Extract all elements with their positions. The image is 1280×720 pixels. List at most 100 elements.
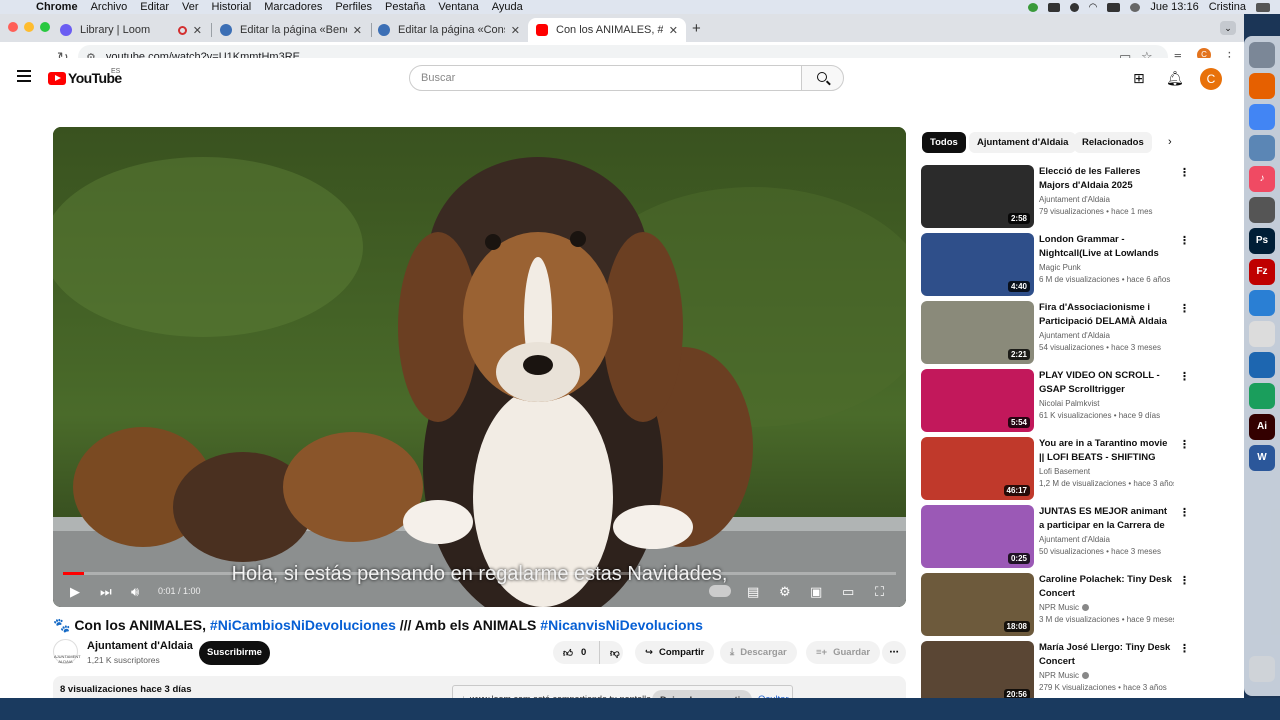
dock-app-icon[interactable]: ♪ bbox=[1249, 166, 1275, 192]
tab-search-icon[interactable]: ⌄ bbox=[1220, 21, 1236, 35]
share-button[interactable]: ↪ Compartir bbox=[635, 641, 715, 664]
menu-pestana[interactable]: Pestaña bbox=[385, 1, 425, 13]
chip-ajuntament[interactable]: Ajuntament d'Aldaia bbox=[969, 132, 1077, 153]
close-tab-icon[interactable]: ✕ bbox=[193, 24, 202, 37]
keyboard-icon[interactable] bbox=[1047, 2, 1060, 12]
clock[interactable]: Jue 13:16 bbox=[1150, 1, 1198, 13]
like-button[interactable]: 👍︎ 0 bbox=[553, 641, 599, 664]
new-tab-icon[interactable]: + bbox=[692, 20, 701, 37]
related-video-item[interactable]: 5:54 PLAY VIDEO ON SCROLL - GSAP Scrolltr… bbox=[921, 369, 1191, 433]
video-thumbnail[interactable]: 4:40 bbox=[921, 233, 1034, 296]
dock-app-icon[interactable] bbox=[1249, 104, 1275, 130]
dock-app-icon[interactable] bbox=[1249, 321, 1275, 347]
cloud-icon[interactable] bbox=[1027, 2, 1038, 12]
related-video-title[interactable]: JUNTAS ES MEJOR animant a participar en … bbox=[1039, 505, 1172, 532]
related-video-item[interactable]: 4:40 London Grammar - Nightcall(Live at L… bbox=[921, 233, 1191, 297]
video-thumbnail[interactable]: 2:21 bbox=[921, 301, 1034, 364]
more-vertical-icon[interactable]: ⋮ bbox=[1179, 574, 1190, 587]
close-tab-icon[interactable]: ✕ bbox=[511, 24, 520, 37]
more-vertical-icon[interactable]: ⋮ bbox=[1179, 438, 1190, 451]
close-window-icon[interactable] bbox=[8, 22, 18, 32]
related-video-title[interactable]: London Grammar - Nightcall(Live at Lowla… bbox=[1039, 233, 1172, 260]
volume-icon[interactable]: 🔊︎ bbox=[131, 584, 139, 600]
related-video-channel[interactable]: Magic Punk bbox=[1039, 263, 1081, 272]
related-video-title[interactable]: Fira d'Associacionisme i Participació DE… bbox=[1039, 301, 1172, 328]
related-video-channel[interactable]: Nicolai Palmkvist bbox=[1039, 399, 1099, 408]
fullscreen-icon[interactable]: ⛶ bbox=[875, 584, 884, 600]
control-center-icon[interactable] bbox=[1107, 2, 1121, 12]
menu-ayuda[interactable]: Ayuda bbox=[492, 1, 523, 13]
more-vertical-icon[interactable]: ⋮ bbox=[1179, 642, 1190, 655]
related-video-channel[interactable]: NPR Music bbox=[1039, 603, 1090, 612]
more-vertical-icon[interactable]: ⋮ bbox=[1179, 234, 1190, 247]
more-vertical-icon[interactable]: ⋮ bbox=[1179, 302, 1190, 315]
minimize-window-icon[interactable] bbox=[24, 22, 34, 32]
theater-mode-icon[interactable]: ▭ bbox=[842, 584, 854, 600]
hashtag-link[interactable]: #NicanvisNiDevolucions bbox=[540, 617, 703, 633]
related-video-channel[interactable]: Ajuntament d'Aldaia bbox=[1039, 331, 1110, 340]
download-button[interactable]: ⤓ Descargar bbox=[720, 641, 797, 664]
dock-app-icon[interactable] bbox=[1249, 42, 1275, 68]
tab-editar-consejos[interactable]: Editar la página «Consejos de... ✕ bbox=[370, 18, 528, 42]
account-avatar[interactable]: C bbox=[1200, 68, 1222, 90]
video-thumbnail[interactable]: 20:56 bbox=[921, 641, 1034, 704]
hamburger-menu-icon[interactable] bbox=[17, 70, 31, 82]
video-thumbnail[interactable]: 2:58 bbox=[921, 165, 1034, 228]
related-video-item[interactable]: 20:56 María José Llergo: Tiny Desk Concer… bbox=[921, 641, 1191, 705]
menu-editar[interactable]: Editar bbox=[140, 1, 169, 13]
related-video-item[interactable]: 0:25 JUNTAS ES MEJOR animant a participar… bbox=[921, 505, 1191, 569]
close-tab-icon[interactable]: ✕ bbox=[669, 24, 678, 37]
progress-bar[interactable] bbox=[63, 572, 896, 575]
user-name[interactable]: Cristina bbox=[1209, 1, 1246, 13]
more-vertical-icon[interactable]: ⋮ bbox=[1179, 370, 1190, 383]
related-video-title[interactable]: Elecció de les Falleres Majors d'Aldaia … bbox=[1039, 165, 1172, 192]
dock-app-icon[interactable]: Ai bbox=[1249, 414, 1275, 440]
notifications-bell-icon[interactable]: 🔔︎ bbox=[1166, 70, 1184, 87]
more-vertical-icon[interactable]: ⋮ bbox=[1179, 166, 1190, 179]
tab-loom[interactable]: Library | Loom ✕ bbox=[52, 18, 210, 42]
menu-ventana[interactable]: Ventana bbox=[438, 1, 478, 13]
video-thumbnail[interactable]: 0:25 bbox=[921, 505, 1034, 568]
search-button[interactable] bbox=[801, 65, 844, 91]
menu-ver[interactable]: Ver bbox=[182, 1, 199, 13]
dock-app-icon[interactable]: Ps bbox=[1249, 228, 1275, 254]
related-video-item[interactable]: 46:17 You are in a Tarantino movie || LOF… bbox=[921, 437, 1191, 501]
notification-icon[interactable] bbox=[1256, 2, 1270, 12]
menu-historial[interactable]: Historial bbox=[212, 1, 252, 13]
menu-perfiles[interactable]: Perfiles bbox=[335, 1, 372, 13]
close-tab-icon[interactable]: ✕ bbox=[353, 24, 362, 37]
more-vertical-icon[interactable]: ⋮ bbox=[1179, 506, 1190, 519]
subscribe-button[interactable]: Suscribirme bbox=[199, 641, 270, 665]
hashtag-link[interactable]: #NiCambiosNiDevoluciones bbox=[210, 617, 396, 633]
related-video-channel[interactable]: Ajuntament d'Aldaia bbox=[1039, 535, 1110, 544]
related-video-channel[interactable]: Lofi Basement bbox=[1039, 467, 1090, 476]
related-video-title[interactable]: Caroline Polachek: Tiny Desk Concert bbox=[1039, 573, 1172, 600]
youtube-logo[interactable]: YouTube ES bbox=[48, 68, 122, 86]
related-video-item[interactable]: 18:08 Caroline Polachek: Tiny Desk Concer… bbox=[921, 573, 1191, 637]
dock-app-icon[interactable] bbox=[1249, 73, 1275, 99]
dislike-button[interactable]: 👎︎ bbox=[599, 641, 623, 664]
search-icon[interactable] bbox=[1069, 2, 1079, 12]
channel-avatar[interactable]: AJUNTAMENT ALDAIA bbox=[53, 639, 81, 664]
dock-app-icon[interactable]: Fz bbox=[1249, 259, 1275, 285]
miniplayer-icon[interactable]: ▣ bbox=[810, 584, 822, 600]
subtitles-icon[interactable]: ▤ bbox=[747, 584, 759, 600]
related-video-title[interactable]: María José Llergo: Tiny Desk Concert bbox=[1039, 641, 1172, 668]
dock-app-icon[interactable]: W bbox=[1249, 445, 1275, 471]
tab-youtube[interactable]: Con los ANIMALES, #NiCa... ✕ bbox=[528, 18, 686, 42]
dock-app-icon[interactable] bbox=[1249, 383, 1275, 409]
search-input[interactable]: Buscar bbox=[409, 65, 802, 91]
related-video-item[interactable]: 2:58 Elecció de les Falleres Majors d'Ald… bbox=[921, 165, 1191, 229]
wifi-icon[interactable]: ◠ bbox=[1089, 2, 1098, 13]
menu-chrome[interactable]: Chrome bbox=[36, 1, 78, 13]
related-video-item[interactable]: 2:21 Fira d'Associacionisme i Participaci… bbox=[921, 301, 1191, 365]
chevron-right-icon[interactable]: › bbox=[1168, 136, 1172, 148]
settings-gear-icon[interactable]: ⚙ bbox=[779, 584, 791, 600]
autoplay-toggle[interactable] bbox=[709, 585, 731, 597]
dock-app-icon[interactable] bbox=[1249, 135, 1275, 161]
zoom-window-icon[interactable] bbox=[40, 22, 50, 32]
related-video-channel[interactable]: NPR Music bbox=[1039, 671, 1090, 680]
video-thumbnail[interactable]: 5:54 bbox=[921, 369, 1034, 432]
chip-todos[interactable]: Todos bbox=[922, 132, 966, 153]
siri-icon[interactable] bbox=[1130, 2, 1141, 12]
